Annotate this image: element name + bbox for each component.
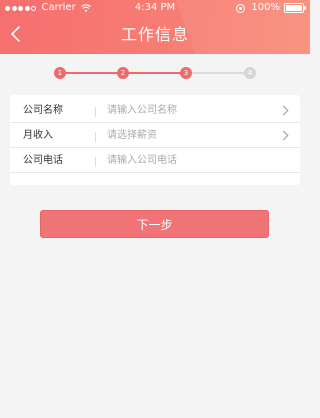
progress-line-completed: [60, 72, 123, 74]
page-title: 工作信息: [120, 25, 189, 44]
battery-fill: [286, 5, 302, 11]
work-info-form: 公司名称 请输入公司名称 月收入 请选择薪资 公司电话 请输入公司电话: [10, 95, 300, 185]
company-name-input[interactable]: 请输入公司名称: [107, 104, 177, 118]
field-separator: [95, 157, 96, 167]
company-phone-field[interactable]: 公司电话 请输入公司电话: [10, 148, 300, 173]
company-phone-label: 公司电话: [23, 155, 63, 166]
battery-label: 100%: [251, 2, 280, 13]
chevron-right-icon: [278, 130, 289, 141]
progress-line-pending: [186, 72, 250, 74]
field-separator: [95, 132, 96, 142]
battery-icon: [284, 3, 306, 13]
chevron-right-icon: [278, 105, 289, 116]
company-name-field[interactable]: 公司名称 请输入公司名称: [10, 98, 300, 123]
step-4: 4: [244, 67, 256, 79]
step-3: 3: [180, 67, 192, 79]
company-name-label: 公司名称: [23, 105, 63, 116]
monthly-income-field[interactable]: 月收入 请选择薪资: [10, 123, 300, 148]
step-2: 2: [117, 67, 129, 79]
row-divider: [10, 172, 300, 173]
monthly-income-label: 月收入: [23, 130, 53, 141]
status-right: 100%: [236, 0, 306, 16]
status-bar: Carrier 4:34 PM 100%: [0, 0, 310, 16]
rotation-lock-icon: [236, 3, 246, 13]
monthly-income-select[interactable]: 请选择薪资: [107, 129, 157, 143]
progress-line-completed: [123, 72, 186, 74]
next-step-button[interactable]: 下一步: [40, 210, 269, 238]
header-bar: Carrier 4:34 PM 100% 工作信息: [0, 0, 310, 54]
step-1: 1: [54, 67, 66, 79]
company-phone-input[interactable]: 请输入公司电话: [107, 154, 177, 168]
field-separator: [95, 107, 96, 117]
progress-steps: 1 2 3 4: [0, 64, 310, 82]
